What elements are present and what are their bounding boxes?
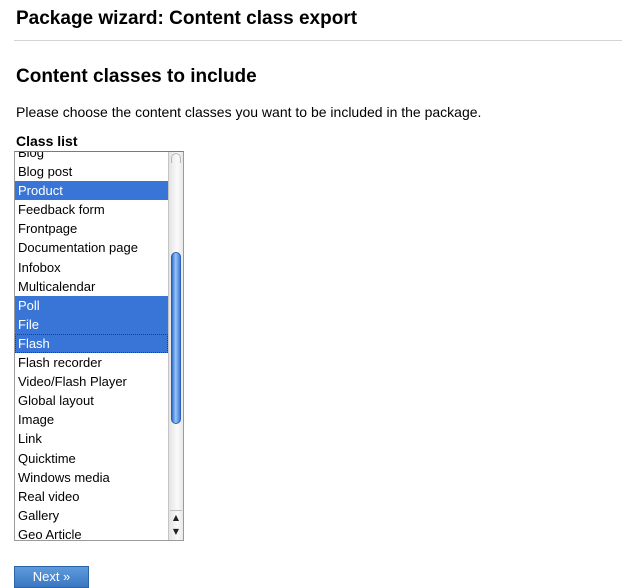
next-button[interactable]: Next » bbox=[14, 566, 89, 588]
class-list-option[interactable]: Real video bbox=[15, 487, 168, 506]
class-list-option[interactable]: Link bbox=[15, 429, 168, 448]
class-list-option[interactable]: Frontpage bbox=[15, 219, 168, 238]
class-list-option[interactable]: Quicktime bbox=[15, 449, 168, 468]
class-list-option[interactable]: Feedback form bbox=[15, 200, 168, 219]
scrollbar-thumb[interactable] bbox=[171, 252, 181, 424]
class-list-option[interactable]: Poll bbox=[15, 295, 168, 315]
class-list-option[interactable]: Gallery bbox=[15, 506, 168, 525]
class-list-option[interactable]: Image bbox=[15, 410, 168, 429]
class-list-scrollbar[interactable]: ▲ ▼ bbox=[168, 152, 183, 540]
class-list-options: Blog Blog post Product Feedback form Frontpa… bbox=[15, 152, 168, 540]
class-list-option[interactable]: Blog bbox=[15, 152, 168, 162]
class-list-option[interactable]: Video/Flash Player bbox=[15, 372, 168, 391]
class-list-label: Class list bbox=[16, 133, 78, 149]
page-title: Package wizard: Content class export bbox=[16, 8, 358, 29]
section-heading: Content classes to include bbox=[16, 66, 257, 87]
class-list-option[interactable]: Geo Article bbox=[15, 525, 168, 540]
section-description: Please choose the content classes you wa… bbox=[16, 104, 482, 120]
class-list-option[interactable]: File bbox=[15, 314, 168, 334]
scroll-down-arrow-icon[interactable]: ▼ bbox=[170, 525, 182, 539]
scroll-up-arrow-icon[interactable]: ▲ bbox=[170, 510, 182, 525]
class-list-option[interactable]: Product bbox=[15, 181, 168, 201]
class-list-option[interactable]: Documentation page bbox=[15, 238, 168, 257]
class-list-select[interactable]: Blog Blog post Product Feedback form Frontpa… bbox=[14, 151, 184, 541]
class-list-option[interactable]: Flash recorder bbox=[15, 353, 168, 372]
scrollbar-track-cap bbox=[171, 153, 181, 163]
title-divider bbox=[14, 40, 622, 41]
class-list-option[interactable]: Flash bbox=[15, 333, 168, 354]
class-list-option[interactable]: Blog post bbox=[15, 162, 168, 181]
class-list-option[interactable]: Infobox bbox=[15, 258, 168, 277]
class-list-option[interactable]: Windows media bbox=[15, 468, 168, 487]
class-list-option[interactable]: Multicalendar bbox=[15, 277, 168, 296]
class-list-option[interactable]: Global layout bbox=[15, 391, 168, 410]
